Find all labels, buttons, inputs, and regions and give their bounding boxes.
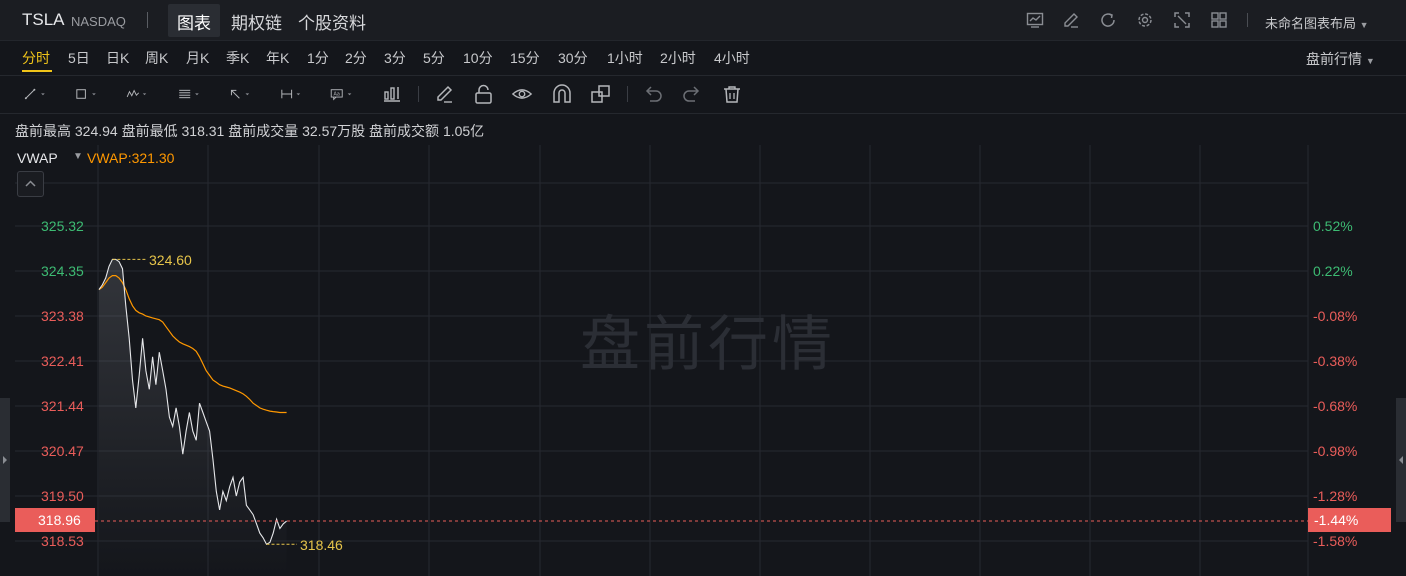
right-scroll-handle[interactable] (1396, 398, 1406, 522)
caret-down-icon[interactable]: ▼ (73, 151, 83, 162)
chevron-up-icon (25, 180, 36, 187)
collapse-button[interactable] (17, 171, 44, 197)
price-tick: 322.41 (41, 353, 84, 369)
price-chart[interactable] (0, 0, 1406, 576)
chevron-right-icon (3, 456, 7, 464)
price-tick: 325.32 (41, 218, 84, 234)
max-price-label: 324.60 (149, 252, 192, 268)
pct-tick: -0.08% (1313, 308, 1358, 324)
price-tick: 324.35 (41, 263, 84, 279)
price-tick: 318.53 (41, 533, 84, 549)
price-tick: 323.38 (41, 308, 84, 324)
pct-tick: 0.52% (1313, 218, 1353, 234)
pct-tick: -1.58% (1313, 533, 1358, 549)
pct-tick: -1.28% (1313, 488, 1358, 504)
left-scroll-handle[interactable] (0, 398, 10, 522)
price-tick: 321.44 (41, 398, 84, 414)
indicator-value: VWAP:321.30 (87, 150, 175, 166)
indicator-name[interactable]: VWAP (17, 150, 58, 166)
price-tick: 319.50 (41, 488, 84, 504)
pct-tick: -0.68% (1313, 398, 1358, 414)
pct-tick: -0.98% (1313, 443, 1358, 459)
min-price-label: 318.46 (300, 537, 343, 553)
watermark: 盘前行情 (580, 311, 836, 378)
current-price-tag: 318.96 (15, 508, 95, 532)
current-pct-tag: -1.44% (1308, 508, 1391, 532)
pct-tick: -0.38% (1313, 353, 1358, 369)
chevron-left-icon (1399, 456, 1403, 464)
price-tick: 320.47 (41, 443, 84, 459)
pct-tick: 0.22% (1313, 263, 1353, 279)
